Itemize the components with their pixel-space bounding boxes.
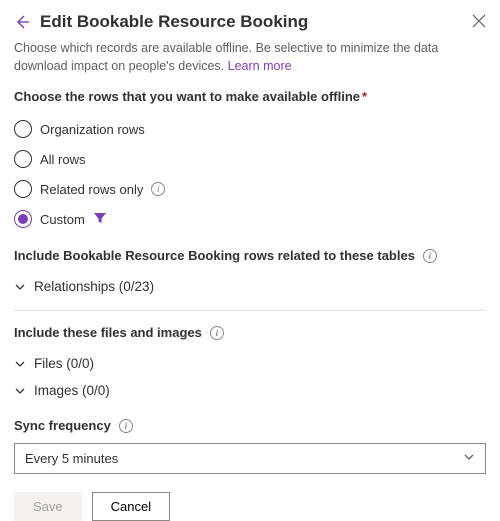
- sync-frequency-select[interactable]: Every 5 minutes: [14, 443, 486, 474]
- info-icon[interactable]: i: [151, 182, 165, 196]
- close-icon[interactable]: [472, 14, 486, 31]
- description-text: Choose which records are available offli…: [14, 40, 486, 75]
- learn-more-link[interactable]: Learn more: [228, 59, 292, 73]
- page-title: Edit Bookable Resource Booking: [40, 12, 462, 32]
- info-icon[interactable]: i: [119, 419, 133, 433]
- cancel-button[interactable]: Cancel: [92, 492, 170, 521]
- divider: [14, 310, 486, 311]
- radio-custom[interactable]: Custom: [14, 204, 486, 234]
- chevron-down-icon: [14, 281, 26, 293]
- filter-icon[interactable]: [93, 211, 107, 228]
- info-icon[interactable]: i: [423, 249, 437, 263]
- info-icon[interactable]: i: [210, 326, 224, 340]
- rows-section-label: Choose the rows that you want to make av…: [14, 89, 486, 104]
- radio-icon: [14, 120, 32, 138]
- radio-icon: [14, 180, 32, 198]
- chevron-down-icon: [14, 385, 26, 397]
- include-related-heading: Include Bookable Resource Booking rows r…: [14, 248, 486, 263]
- radio-organization-rows[interactable]: Organization rows: [14, 114, 486, 144]
- chevron-down-icon: [14, 358, 26, 370]
- sync-frequency-heading: Sync frequency i: [14, 418, 486, 433]
- files-expander[interactable]: Files (0/0): [14, 350, 486, 377]
- radio-all-rows[interactable]: All rows: [14, 144, 486, 174]
- radio-related-rows-only[interactable]: Related rows only i: [14, 174, 486, 204]
- chevron-down-icon: [463, 451, 475, 466]
- files-images-heading: Include these files and images i: [14, 325, 486, 340]
- save-button: Save: [14, 492, 82, 521]
- radio-icon: [14, 150, 32, 168]
- rows-radio-group: Organization rows All rows Related rows …: [14, 114, 486, 234]
- back-icon[interactable]: [14, 14, 30, 30]
- relationships-expander[interactable]: Relationships (0/23): [14, 273, 486, 300]
- images-expander[interactable]: Images (0/0): [14, 377, 486, 404]
- radio-icon: [14, 210, 32, 228]
